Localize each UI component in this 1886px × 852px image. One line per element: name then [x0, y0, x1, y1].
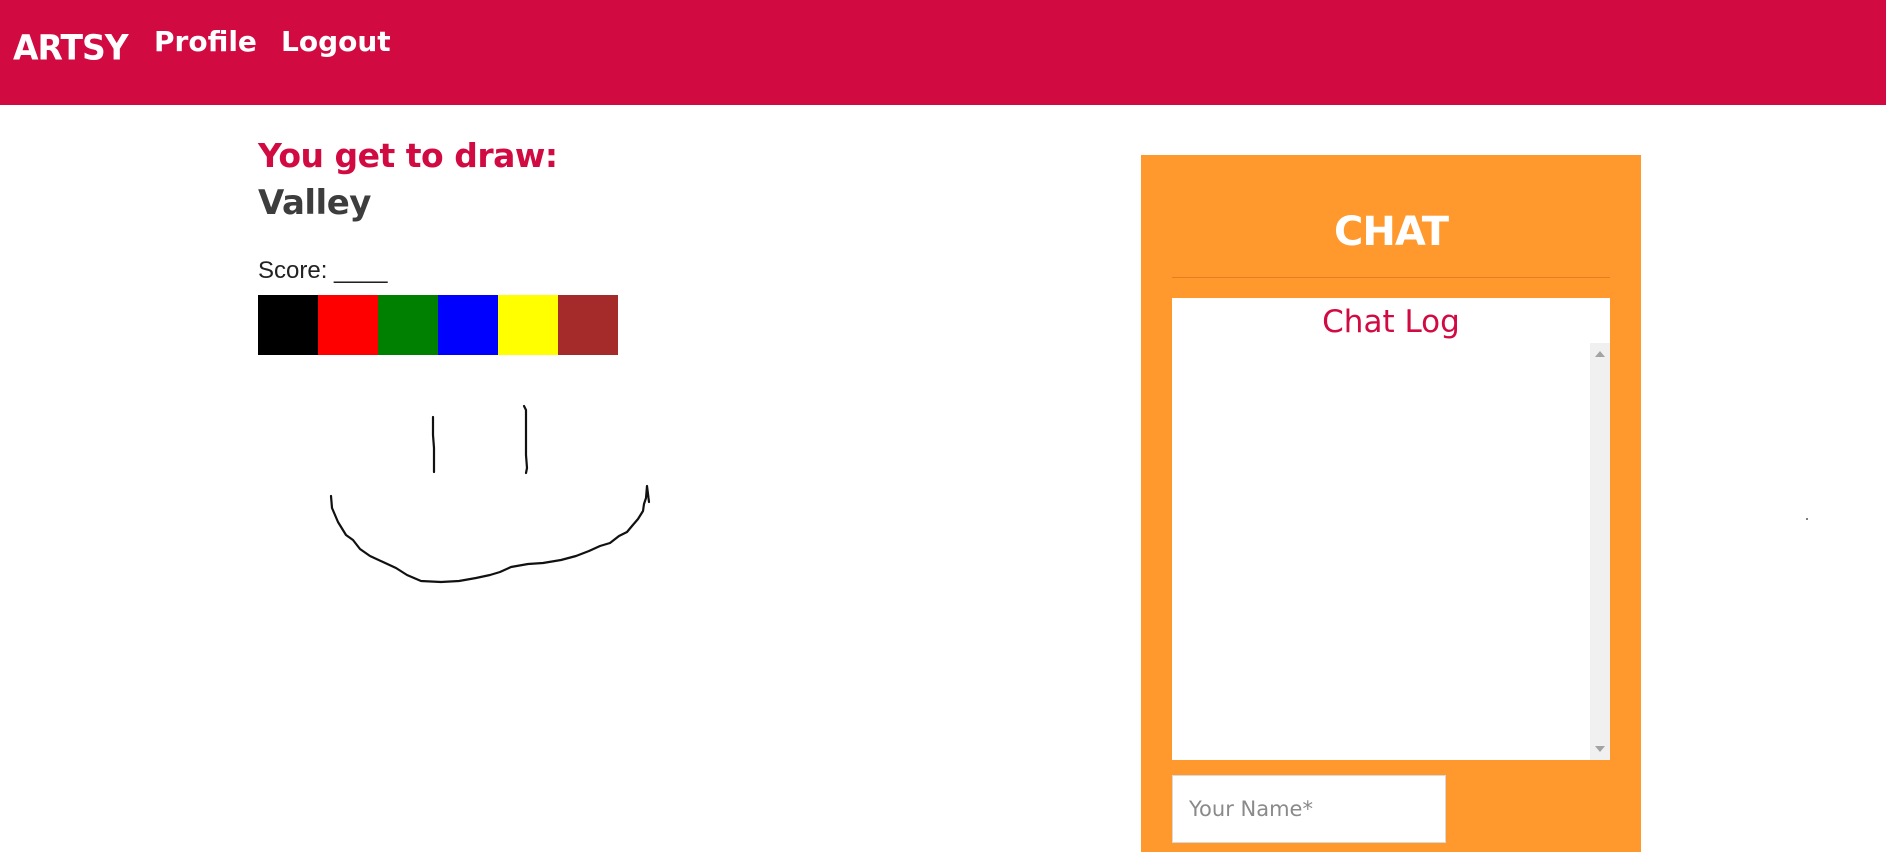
color-swatch-black[interactable]: [258, 295, 318, 355]
color-swatch-red[interactable]: [318, 295, 378, 355]
draw-word: Valley: [258, 183, 371, 223]
nav-link-logout[interactable]: Logout: [281, 22, 391, 62]
chat-log[interactable]: Chat Log: [1172, 298, 1610, 760]
draw-prompt-heading: You get to draw:: [258, 136, 558, 175]
drawing-canvas[interactable]: [258, 360, 818, 660]
stray-dot: [1806, 518, 1808, 520]
scroll-down-arrow-icon[interactable]: [1595, 746, 1605, 752]
color-swatch-brown[interactable]: [558, 295, 618, 355]
color-swatch-blue[interactable]: [438, 295, 498, 355]
color-swatch-yellow[interactable]: [498, 295, 558, 355]
chat-panel: CHAT Chat Log: [1141, 155, 1641, 852]
score-label: Score: ____: [258, 257, 388, 284]
top-navbar: ARTSY Profile Logout: [0, 0, 1886, 105]
chat-divider: [1172, 277, 1610, 278]
brand-logo-link[interactable]: ARTSY: [13, 27, 129, 69]
drawn-stroke-mouth: [329, 484, 651, 584]
scroll-up-arrow-icon[interactable]: [1595, 351, 1605, 357]
drawn-stroke-right-eye: [522, 404, 529, 475]
drawn-stroke-left-eye: [431, 415, 436, 474]
chat-log-title: Chat Log: [1322, 304, 1460, 340]
chat-title: CHAT: [1334, 209, 1449, 255]
your-name-input[interactable]: [1172, 775, 1446, 843]
chat-log-scrollbar[interactable]: [1590, 343, 1610, 760]
nav-link-profile[interactable]: Profile: [154, 22, 257, 62]
color-swatch-green[interactable]: [378, 295, 438, 355]
color-palette: [258, 295, 618, 355]
